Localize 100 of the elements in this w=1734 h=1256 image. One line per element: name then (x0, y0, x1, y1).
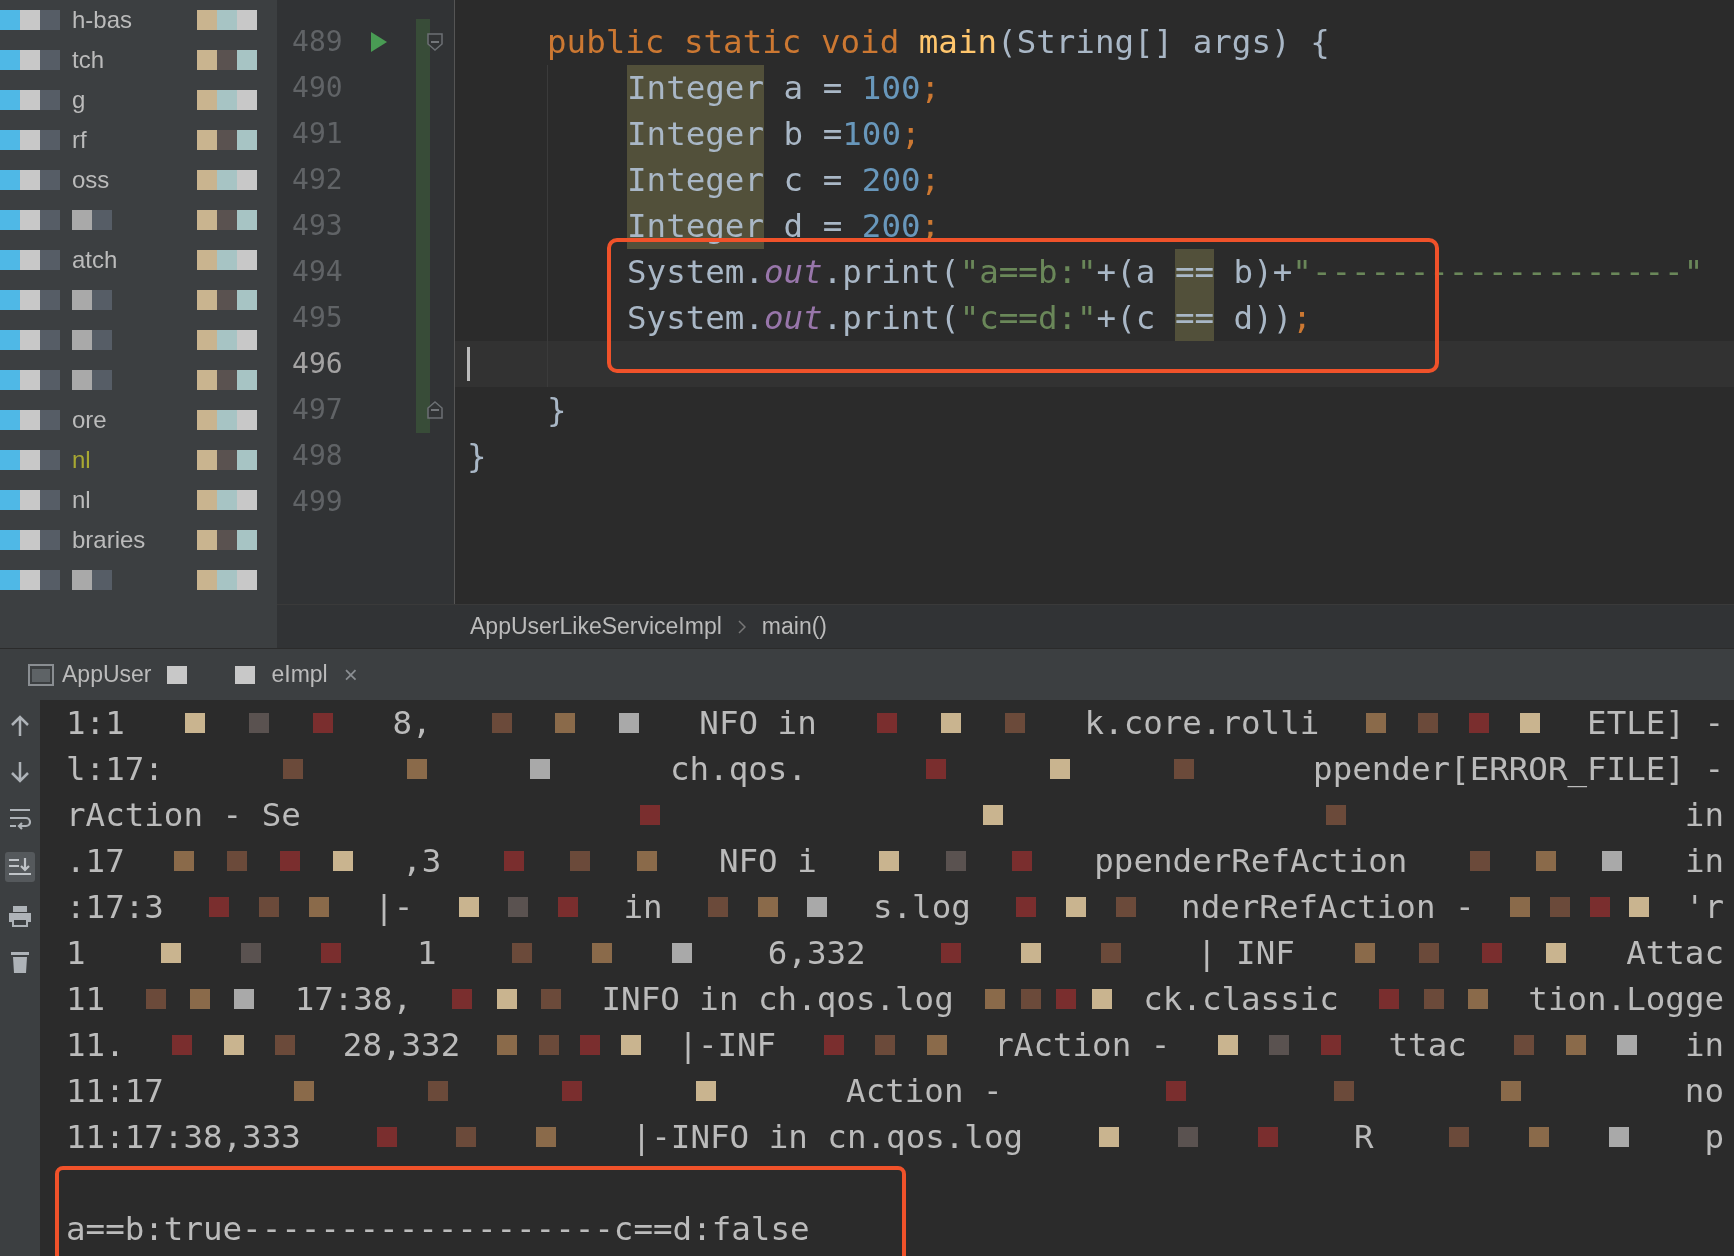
file-name-fragment[interactable]: nl (72, 482, 91, 518)
pixelated-area (197, 570, 257, 590)
file-name-fragment[interactable]: h-bas (72, 2, 133, 38)
log-text-fragment: in (623, 887, 663, 928)
scroll-to-end-icon[interactable] (5, 852, 35, 882)
pixelated-area (0, 370, 60, 390)
pixelated-area (197, 250, 257, 270)
log-text-fragment: Action - (846, 1071, 1003, 1112)
pixelated-area (197, 210, 257, 230)
file-name-fragment[interactable]: braries (72, 522, 146, 558)
pixelated-area (197, 450, 257, 470)
code-line: Integer c = 200; (467, 157, 941, 203)
pixelated-area (0, 50, 60, 70)
log-text-fragment: ch.qos. (670, 749, 807, 790)
log-text-fragment: 'r (1684, 887, 1724, 928)
code-line: public static void main(String[] args) { (546, 22, 1330, 63)
pixelated-area (72, 570, 112, 590)
pixelated-area (0, 570, 60, 590)
pixelated-area (0, 250, 60, 270)
log-text-fragment: 17:38, (294, 979, 413, 1020)
log-text-fragment: p (1704, 1117, 1724, 1158)
log-text-fragment: R (1353, 1117, 1374, 1158)
run-icon[interactable] (370, 31, 389, 53)
log-text-fragment: ttac (1388, 1025, 1467, 1066)
pixelated-area (197, 90, 257, 110)
file-name-fragment[interactable]: tch (72, 42, 104, 78)
chevron-icon (737, 619, 746, 634)
log-text-fragment: rAction - (994, 1025, 1171, 1066)
log-text-fragment: no (1684, 1071, 1724, 1112)
pixelated-area (0, 130, 60, 150)
code-line: } (467, 436, 487, 477)
breadcrumb-item[interactable]: AppUserLikeServiceImpl (470, 609, 722, 644)
pixelated-area (72, 370, 112, 390)
text-caret (467, 347, 470, 381)
pixelated-area (72, 210, 112, 230)
log-text-fragment: INFO in ch.qos.log (601, 979, 954, 1020)
log-text-fragment: 11 (66, 979, 106, 1020)
log-text-fragment: tion.Logge (1528, 979, 1725, 1020)
fold-icon[interactable] (427, 401, 444, 419)
pixelated-area (197, 530, 257, 550)
log-text-fragment: 1 (416, 933, 437, 974)
pixelated-area (197, 370, 257, 390)
log-text-fragment: ETLE] - (1587, 703, 1725, 744)
log-text-fragment: 11. (66, 1025, 125, 1066)
file-name-fragment[interactable]: ore (72, 402, 107, 438)
file-name-fragment[interactable]: atch (72, 242, 118, 278)
log-text-fragment: |-INFO in cn.qos.log (631, 1117, 1024, 1158)
close-button[interactable]: × (343, 662, 358, 687)
pixelated-area (0, 290, 60, 310)
pixelated-area (197, 10, 257, 30)
pixelated-area (197, 130, 257, 150)
log-text-fragment: |-INF (678, 1025, 777, 1066)
log-text-fragment: rAction - Se (66, 795, 301, 836)
log-text-fragment: NFO i (718, 841, 817, 882)
file-name-fragment[interactable]: oss (72, 162, 110, 198)
pixelated-area (0, 170, 60, 190)
log-text-fragment: |- (374, 887, 414, 928)
pixelated-area (0, 10, 60, 30)
pixelated-area (0, 210, 60, 230)
pixelated-area (197, 170, 257, 190)
log-text-fragment: NFO in (699, 703, 817, 744)
pixelated-area (0, 330, 60, 350)
line-number: 496 (291, 346, 343, 382)
log-text-fragment: in (1684, 795, 1724, 836)
log-text-fragment: ppenderRefAction (1094, 841, 1408, 882)
log-text-fragment: ,3 (402, 841, 442, 882)
fold-icon[interactable] (427, 33, 444, 51)
code-line: Integer a = 100; (467, 65, 941, 111)
soft-wrap-icon[interactable] (8, 806, 32, 830)
down-arrow-icon[interactable] (9, 760, 31, 784)
trash-icon[interactable] (9, 950, 31, 974)
pixelated-area (197, 290, 257, 310)
log-text-fragment: ck.classic (1143, 979, 1339, 1020)
log-text-fragment: l:17: (66, 749, 164, 790)
printer-icon[interactable] (8, 904, 32, 928)
file-name-fragment[interactable]: nl (72, 442, 91, 478)
pixelated-area (0, 90, 60, 110)
log-text-fragment: | INF (1197, 933, 1295, 974)
log-text-fragment: 11:17:38,333 (66, 1117, 301, 1158)
log-text-fragment: 8, (392, 703, 432, 744)
code-line: } (546, 390, 567, 431)
file-name-fragment[interactable]: rf (72, 122, 87, 158)
log-text-fragment: 6,332 (767, 933, 866, 974)
up-arrow-icon[interactable] (9, 714, 31, 738)
log-text-fragment: .17 (66, 841, 125, 882)
log-text-fragment: 11:17 (66, 1071, 164, 1112)
pixelated-area (197, 50, 257, 70)
file-name-fragment[interactable]: g (72, 82, 86, 118)
breadcrumb-item[interactable]: main() (761, 609, 827, 644)
log-text-fragment: Attac (1626, 933, 1724, 974)
log-text-fragment: in (1684, 1025, 1725, 1066)
console-window-icon (28, 663, 54, 686)
pixelated-area (197, 490, 257, 510)
log-text-fragment: in (1684, 841, 1725, 882)
log-text-fragment: nderRefAction - (1181, 887, 1475, 928)
log-text-fragment: ppender[ERROR_FILE] - (1313, 749, 1724, 790)
run-tab-label[interactable]: eImpl (271, 657, 328, 692)
log-text-fragment: 28,332 (342, 1025, 461, 1066)
log-text-fragment: k.core.rolli (1084, 703, 1320, 744)
run-tab-label[interactable]: AppUser (62, 657, 152, 692)
